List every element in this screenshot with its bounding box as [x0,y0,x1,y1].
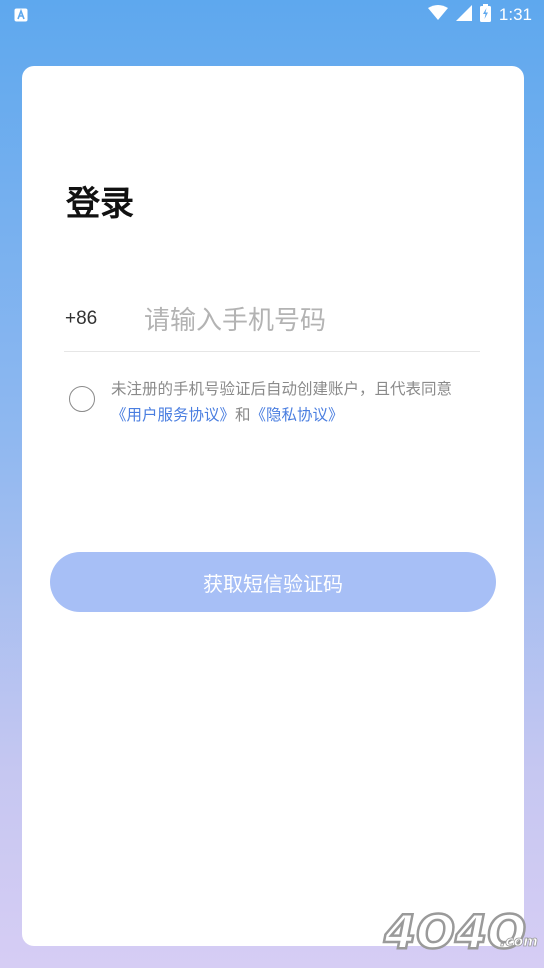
status-time: 1:31 [498,5,532,24]
wifi-icon [427,5,448,25]
app-notification-icon [14,7,28,22]
watermark-suffix: .com [500,934,538,950]
page-title: 登录 [66,184,134,224]
battery-charging-icon [479,4,491,26]
watermark-logo: 4O4O .com [382,902,538,961]
phone-input[interactable] [142,298,476,344]
status-bar: 1:31 [0,0,544,30]
watermark-text: 4O4O [383,905,526,959]
country-code[interactable]: +86 [65,308,97,330]
agreement-checkbox[interactable] [69,386,95,412]
agreement-conjunction: 和 [235,406,251,424]
input-divider [64,351,480,352]
privacy-policy-link[interactable]: 《隐私协议》 [251,406,344,424]
agreement-text-before: 未注册的手机号验证后自动创建账户，且代表同意 [111,380,453,398]
get-sms-code-button[interactable]: 获取短信验证码 [50,552,496,612]
agreement-text: 未注册的手机号验证后自动创建账户，且代表同意《用户服务协议》和《隐私协议》 [111,376,481,428]
login-card: 登录 +86 未注册的手机号验证后自动创建账户，且代表同意《用户服务协议》和《隐… [22,66,524,946]
user-agreement-link[interactable]: 《用户服务协议》 [111,406,235,424]
signal-icon [455,5,472,25]
